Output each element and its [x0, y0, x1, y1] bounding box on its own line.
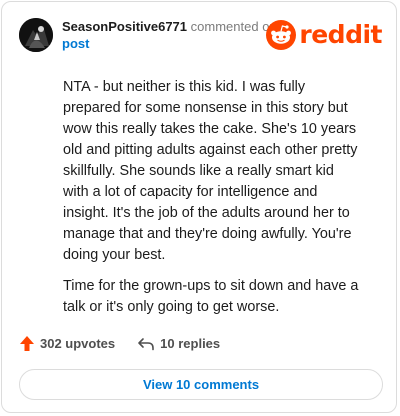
reply-button[interactable]: 10 replies — [137, 336, 220, 351]
upvote-arrow-icon — [20, 336, 34, 351]
username[interactable]: SeasonPositive6771 — [62, 19, 187, 34]
reddit-snoo-icon — [266, 20, 297, 50]
comment-header: SeasonPositive6771 commented on post — [62, 18, 282, 52]
post-link[interactable]: post — [62, 35, 282, 52]
avatar-icon — [19, 18, 53, 52]
reddit-logo[interactable]: reddit — [266, 20, 382, 50]
comment-action-text: commented on — [190, 19, 277, 34]
comment-body: NTA - but neither is this kid. I was ful… — [63, 77, 363, 328]
reply-count: 10 replies — [160, 336, 221, 351]
upvote-count: 302 upvotes — [40, 336, 116, 351]
reply-arrow-icon — [138, 337, 154, 350]
upvote-button[interactable]: 302 upvotes — [19, 335, 115, 352]
view-comments-button[interactable]: View 10 comments — [19, 369, 383, 400]
comment-actions: 302 upvotes 10 replies — [19, 335, 220, 352]
reddit-wordmark: reddit — [299, 20, 382, 49]
comment-paragraph: Time for the grown-ups to sit down and h… — [63, 278, 359, 315]
comment-card: SeasonPositive6771 commented on post red… — [1, 1, 397, 413]
avatar[interactable] — [19, 18, 53, 52]
comment-paragraph: NTA - but neither is this kid. I was ful… — [63, 79, 358, 263]
